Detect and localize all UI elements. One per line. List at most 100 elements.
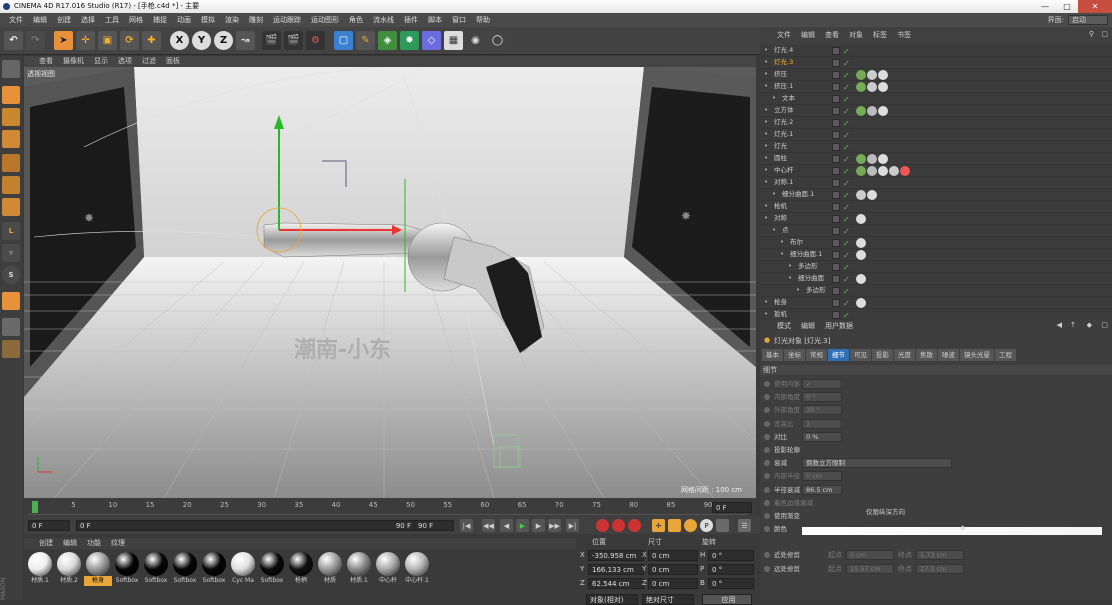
- animation-dot[interactable]: [764, 447, 770, 453]
- attribute-tab[interactable]: 坐标: [784, 349, 805, 361]
- object-visibility-toggle[interactable]: [832, 107, 840, 115]
- object-visibility-toggle[interactable]: [832, 179, 840, 187]
- next-key-button[interactable]: ▶▶: [548, 519, 561, 532]
- object-enabled-check[interactable]: ✓: [843, 286, 850, 297]
- timeline-ruler[interactable]: 051015202530354045505560657075808590: [28, 499, 748, 515]
- material-swatch[interactable]: 材质.2: [55, 552, 83, 592]
- material-swatch[interactable]: Softbox: [171, 552, 199, 592]
- object-menu-item[interactable]: 对象: [844, 30, 868, 41]
- attribute-value[interactable]: 86.5 cm: [802, 484, 842, 495]
- position-field[interactable]: 166.133 cm: [588, 564, 644, 575]
- object-row[interactable]: • 扳机 ✓: [760, 309, 1112, 319]
- animation-dot[interactable]: [764, 486, 770, 493]
- object-row[interactable]: • 枪机 ✓: [760, 201, 1112, 213]
- object-visibility-toggle[interactable]: [832, 95, 840, 103]
- object-enabled-check[interactable]: ✓: [843, 118, 850, 129]
- menu-item[interactable]: 雕刻: [244, 13, 268, 27]
- attribute-tab[interactable]: 基本: [762, 349, 783, 361]
- object-row[interactable]: • 对称.1 ✓: [760, 177, 1112, 189]
- snapping-icon[interactable]: S: [2, 266, 20, 284]
- object-enabled-check[interactable]: ✓: [843, 46, 850, 57]
- object-enabled-check[interactable]: ✓: [843, 82, 850, 93]
- perspective-viewport[interactable]: 潮南-小东 ✸ ✸ 透视视图 网格间距 : 100 cm: [24, 67, 756, 498]
- menu-item[interactable]: 选择: [76, 13, 100, 27]
- object-menu-item[interactable]: 查看: [820, 30, 844, 41]
- menu-item[interactable]: 创建: [52, 13, 76, 27]
- object-tag-icon[interactable]: [900, 166, 910, 176]
- object-visibility-toggle[interactable]: [832, 155, 840, 163]
- attribute-value[interactable]: 倒数立方限制: [802, 458, 952, 469]
- key-scale-button[interactable]: [668, 519, 681, 532]
- attribute-tab[interactable]: 光度: [894, 349, 915, 361]
- back-arrow-icon[interactable]: ◀: [1057, 321, 1062, 329]
- object-enabled-check[interactable]: ✓: [843, 130, 850, 141]
- z-axis-lock-button[interactable]: Z: [214, 31, 233, 50]
- object-visibility-toggle[interactable]: [832, 227, 840, 235]
- search-icon[interactable]: ⚲: [1089, 30, 1094, 38]
- object-row[interactable]: • 圆柱 ✓: [760, 153, 1112, 165]
- object-tag-icon[interactable]: [856, 106, 866, 116]
- prev-key-button[interactable]: ◀◀: [482, 519, 495, 532]
- material-menu-item[interactable]: 功能: [82, 538, 106, 549]
- menu-item[interactable]: 动画: [172, 13, 196, 27]
- size-field[interactable]: 0 cm: [648, 564, 698, 575]
- sculpt-icon[interactable]: [2, 292, 20, 310]
- object-row[interactable]: • 细分曲面.1 ✓: [760, 249, 1112, 261]
- material-swatch[interactable]: 枪身: [84, 552, 112, 592]
- preview-range-slider[interactable]: 0 F 90 F: [76, 520, 416, 531]
- object-enabled-check[interactable]: ✓: [843, 298, 850, 309]
- menu-item[interactable]: 帮助: [471, 13, 495, 27]
- size-field[interactable]: 0 cm: [648, 578, 698, 589]
- render-picture-viewer-icon[interactable]: 🎬: [284, 31, 303, 50]
- points-mode-icon[interactable]: [2, 154, 20, 172]
- object-tag-icon[interactable]: [867, 190, 877, 200]
- object-row[interactable]: • 布尔 ✓: [760, 237, 1112, 249]
- attribute-tab[interactable]: 常规: [806, 349, 827, 361]
- object-enabled-check[interactable]: ✓: [843, 178, 850, 189]
- menu-item[interactable]: 运动跟踪: [268, 13, 306, 27]
- object-tag-icon[interactable]: [856, 166, 866, 176]
- object-row[interactable]: • 立方体 ✓: [760, 105, 1112, 117]
- object-enabled-check[interactable]: ✓: [843, 250, 850, 261]
- menu-item[interactable]: 插件: [399, 13, 423, 27]
- object-visibility-toggle[interactable]: [832, 167, 840, 175]
- key-pla-button[interactable]: [716, 519, 729, 532]
- size-field[interactable]: 0 cm: [648, 550, 698, 561]
- menu-item[interactable]: 编辑: [28, 13, 52, 27]
- object-tag-icon[interactable]: [856, 154, 866, 164]
- object-visibility-toggle[interactable]: [832, 131, 840, 139]
- material-swatch[interactable]: Softbox: [200, 552, 228, 592]
- attribute-menu-item[interactable]: 用户数据: [820, 321, 858, 332]
- object-enabled-check[interactable]: ✓: [843, 202, 850, 213]
- far-start-field[interactable]: 15.57 cm: [846, 564, 894, 574]
- object-enabled-check[interactable]: ✓: [843, 154, 850, 165]
- menu-item[interactable]: 捕捉: [148, 13, 172, 27]
- polygons-mode-icon[interactable]: [2, 198, 20, 216]
- near-end-field[interactable]: 1.73 cm: [916, 550, 964, 560]
- menu-item[interactable]: 工具: [100, 13, 124, 27]
- tweak-mode-icon[interactable]: ▿: [2, 244, 20, 262]
- object-tag-icon[interactable]: [856, 70, 866, 80]
- key-parameter-button[interactable]: P: [700, 519, 713, 532]
- attribute-value[interactable]: 30 °: [802, 405, 842, 416]
- keyframe-selection-button[interactable]: [628, 519, 641, 532]
- object-enabled-check[interactable]: ✓: [843, 262, 850, 273]
- object-tag-icon[interactable]: [878, 70, 888, 80]
- object-row[interactable]: • 点 ✓: [760, 225, 1112, 237]
- material-swatch[interactable]: Softbox: [142, 552, 170, 592]
- rotation-field[interactable]: 0 °: [708, 564, 754, 575]
- object-tag-icon[interactable]: [867, 82, 877, 92]
- grid-lock-icon[interactable]: [2, 318, 20, 336]
- position-field[interactable]: 62.544 cm: [588, 578, 644, 589]
- rotation-field[interactable]: 0 °: [708, 578, 754, 589]
- attribute-tab[interactable]: 可见: [850, 349, 871, 361]
- object-tag-icon[interactable]: [867, 154, 877, 164]
- close-button[interactable]: ✕: [1078, 0, 1112, 13]
- rotation-field[interactable]: 0 °: [708, 550, 754, 561]
- coordinate-system-icon[interactable]: ↝: [236, 31, 255, 50]
- object-visibility-toggle[interactable]: [832, 275, 840, 283]
- object-tag-icon[interactable]: [856, 82, 866, 92]
- object-tag-icon[interactable]: [856, 190, 866, 200]
- animation-dot[interactable]: [764, 433, 770, 440]
- rotate-tool-icon[interactable]: ⟳: [120, 31, 139, 50]
